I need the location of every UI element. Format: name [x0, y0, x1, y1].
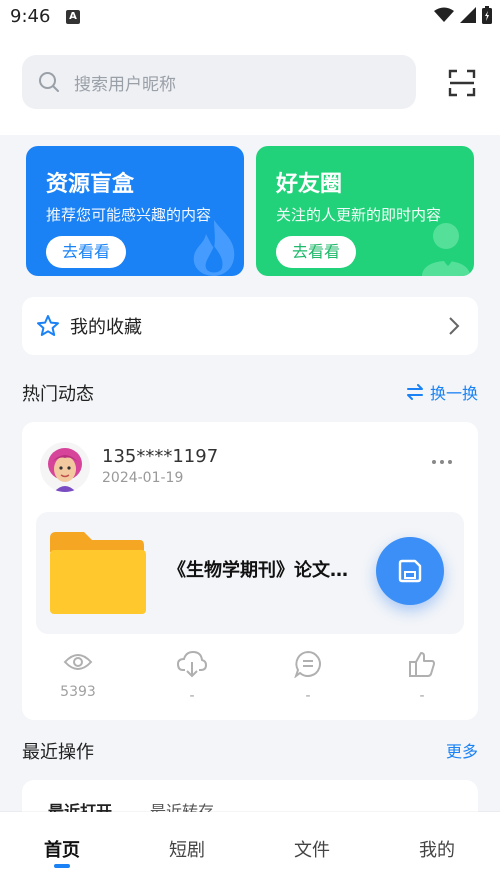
promo-card-friends[interactable]: 好友圈 关注的人更新的即时内容 去看看 — [256, 146, 474, 276]
promo-go-button[interactable]: 去看看 — [46, 236, 126, 268]
favorites-label: 我的收藏 — [70, 317, 142, 338]
swap-icon — [406, 384, 423, 400]
refresh-label: 换一换 — [429, 384, 478, 403]
scan-button[interactable] — [444, 66, 480, 100]
comment-stat[interactable]: - — [278, 650, 338, 704]
tab-short-drama[interactable]: 短剧 — [147, 836, 227, 862]
signal-icon — [460, 7, 476, 23]
chevron-right-icon — [449, 317, 460, 335]
file-name: 《生物学期刊》论文… — [168, 560, 348, 581]
battery-icon — [482, 6, 492, 24]
eye-icon — [63, 654, 93, 670]
more-button[interactable]: 更多 — [446, 738, 478, 762]
views-stat: 5393 — [48, 650, 108, 700]
star-icon — [37, 315, 59, 336]
person-heart-icon — [422, 223, 470, 276]
download-count: - — [189, 688, 195, 704]
post-date: 2024-01-19 — [102, 470, 184, 486]
comment-icon — [294, 650, 321, 679]
hot-section-title: 热门动态 — [22, 384, 94, 405]
status-indicators — [434, 6, 492, 24]
post-card[interactable]: 135****1197 2024-01-19 《生物学期刊》论文… 5393 -… — [22, 422, 478, 720]
like-count: - — [419, 688, 425, 704]
flame-icon — [193, 220, 235, 276]
promo-title: 好友圈 — [276, 172, 343, 197]
refresh-button[interactable]: 换一换 — [406, 380, 478, 404]
tab-home[interactable]: 首页 — [22, 836, 102, 862]
status-time: 9:46 — [10, 6, 51, 27]
like-stat[interactable]: - — [392, 650, 452, 704]
wifi-icon — [434, 7, 454, 22]
status-bar: 9:46 A — [0, 0, 500, 36]
promo-title: 资源盲盒 — [46, 172, 135, 197]
search-placeholder: 搜索用户昵称 — [74, 74, 176, 95]
tab-me[interactable]: 我的 — [397, 836, 477, 862]
active-tab-indicator — [54, 864, 70, 868]
views-count: 5393 — [60, 684, 96, 700]
avatar[interactable] — [40, 442, 90, 492]
favorites-row[interactable]: 我的收藏 — [22, 297, 478, 355]
comment-count: - — [305, 688, 311, 704]
recent-section-title: 最近操作 — [22, 742, 94, 763]
promo-subtitle: 关注的人更新的即时内容 — [276, 206, 442, 224]
scan-icon — [448, 69, 476, 97]
download-stat[interactable]: - — [162, 650, 222, 704]
search-icon — [39, 72, 59, 92]
save-icon — [398, 559, 422, 583]
tab-files[interactable]: 文件 — [272, 836, 352, 862]
save-button[interactable] — [376, 537, 444, 605]
promo-go-button[interactable]: 去看看 — [276, 236, 356, 268]
avatar-image — [40, 442, 90, 492]
download-cloud-icon — [176, 650, 208, 678]
more-label: 更多 — [445, 742, 478, 761]
promo-card-resource-box[interactable]: 资源盲盒 推荐您可能感兴趣的内容 去看看 — [26, 146, 244, 276]
thumbs-up-icon — [409, 652, 435, 677]
bottom-tab-bar: 首页 短剧 文件 我的 — [0, 812, 500, 888]
more-options-button[interactable] — [432, 460, 452, 464]
search-input[interactable]: 搜索用户昵称 — [22, 55, 416, 109]
notification-icon: A — [66, 10, 80, 24]
post-user-name[interactable]: 135****1197 — [102, 446, 218, 467]
folder-icon — [50, 532, 146, 614]
